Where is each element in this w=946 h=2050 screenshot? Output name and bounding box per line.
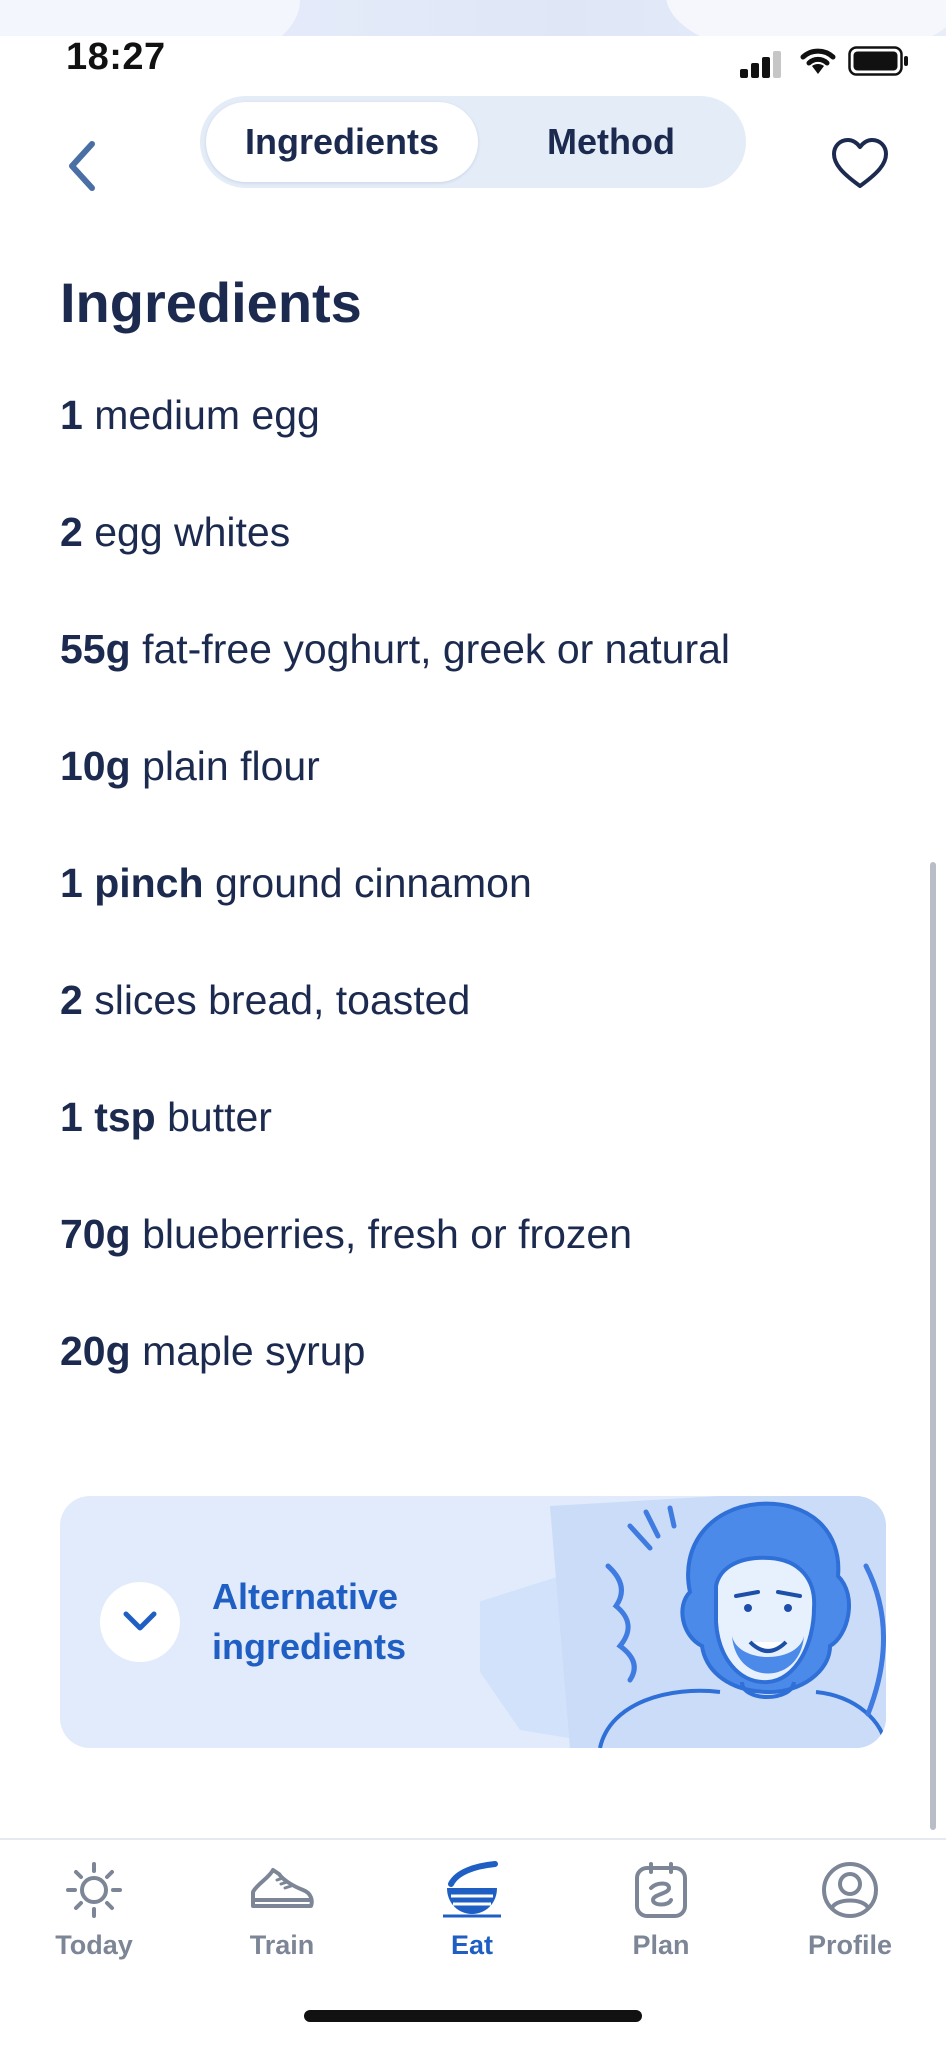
tab-method[interactable]: Method <box>482 102 740 182</box>
ingredient-item: 70g blueberries, fresh or frozen <box>60 1209 900 1326</box>
segmented-control: Ingredients Method <box>200 96 746 188</box>
tab-ingredients[interactable]: Ingredients <box>206 102 478 182</box>
ingredient-quantity: 10g <box>60 743 131 789</box>
tab-today[interactable]: Today <box>19 1860 169 1970</box>
ingredient-name: medium egg <box>94 392 320 438</box>
ingredient-name: fat-free yoghurt, greek or natural <box>142 626 731 672</box>
back-button[interactable] <box>58 136 108 196</box>
calendar-icon <box>635 1862 687 1918</box>
home-indicator[interactable] <box>304 2010 642 2022</box>
tab-label: Profile <box>807 1930 893 1960</box>
ingredient-quantity: 70g <box>60 1211 131 1257</box>
ingredient-item: 1 pinch ground cinnamon <box>60 858 900 975</box>
alternative-ingredients-card[interactable]: Alternative ingredients <box>60 1496 886 1748</box>
shoe-icon <box>251 1868 314 1908</box>
ingredient-item: 1 tsp butter <box>60 1092 900 1209</box>
ingredient-name: slices bread, toasted <box>94 977 471 1023</box>
ingredient-quantity: 2 <box>60 977 83 1023</box>
ingredient-quantity: 2 <box>60 509 83 555</box>
ingredient-name: ground cinnamon <box>214 860 532 906</box>
scrollbar[interactable] <box>930 862 936 1830</box>
tab-label: Today <box>55 1930 133 1960</box>
ingredient-item: 55g fat-free yoghurt, greek or natural <box>60 624 900 741</box>
heart-icon[interactable] <box>830 136 890 192</box>
ingredient-quantity: 20g <box>60 1328 131 1374</box>
ingredient-item: 2 egg whites <box>60 507 900 624</box>
status-bar: 18:27 <box>0 28 946 88</box>
expand-button[interactable] <box>100 1582 180 1662</box>
ingredient-item: 2 slices bread, toasted <box>60 975 900 1092</box>
ingredient-item: 20g maple syrup <box>60 1326 900 1443</box>
tab-plan[interactable]: Plan <box>586 1860 736 1970</box>
status-time: 18:27 <box>66 36 166 78</box>
wifi-icon <box>800 48 836 74</box>
ingredient-name: plain flour <box>142 743 320 789</box>
chef-illustration <box>480 1496 886 1748</box>
ingredient-quantity: 1 pinch <box>60 860 204 906</box>
signal-icon <box>740 50 784 78</box>
bowl-icon <box>443 1861 501 1918</box>
ingredient-item: 10g plain flour <box>60 741 900 858</box>
sun-icon <box>66 1862 122 1918</box>
ingredient-quantity: 1 tsp <box>60 1094 156 1140</box>
tab-eat[interactable]: Eat <box>397 1860 547 1970</box>
alternative-label-line1: Alternative <box>212 1576 399 1617</box>
ingredient-item: 1 medium egg <box>60 390 900 507</box>
ingredient-quantity: 55g <box>60 626 131 672</box>
profile-icon <box>822 1862 878 1918</box>
ingredient-name: butter <box>167 1094 272 1140</box>
chevron-down-icon <box>123 1611 157 1631</box>
tab-label: Eat <box>450 1930 494 1960</box>
alternative-label-line2: ingredients <box>212 1626 407 1667</box>
tab-profile[interactable]: Profile <box>775 1860 925 1970</box>
ingredient-quantity: 1 <box>60 392 83 438</box>
ingredient-list: 1 medium egg 2 egg whites 55g fat-free y… <box>60 390 900 1443</box>
ingredient-name: maple syrup <box>142 1328 366 1374</box>
ingredient-name: blueberries, fresh or frozen <box>142 1211 633 1257</box>
battery-icon <box>848 46 908 76</box>
tab-label: Plan <box>632 1930 690 1960</box>
tab-train[interactable]: Train <box>207 1860 357 1970</box>
alternative-ingredients-label: Alternative ingredients <box>212 1572 472 1672</box>
tab-label: Train <box>249 1930 315 1960</box>
ingredient-name: egg whites <box>94 509 291 555</box>
page-title: Ingredients <box>60 271 362 334</box>
